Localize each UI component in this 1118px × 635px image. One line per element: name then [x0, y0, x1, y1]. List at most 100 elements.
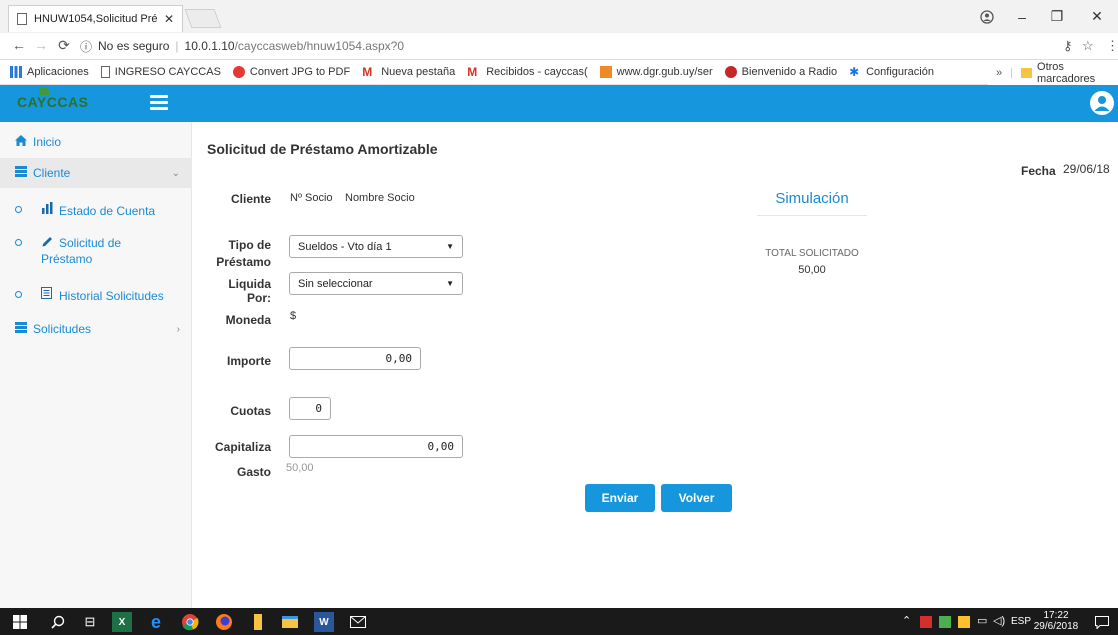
sidebar-item-cliente[interactable]: Cliente ⌄ [0, 158, 192, 188]
cuotas-input[interactable]: 0 [289, 397, 331, 420]
moneda-label: Moneda [225, 313, 271, 327]
tab-title: HNUW1054,Solicitud Pré [34, 13, 158, 25]
bookmark-radio[interactable]: Bienvenido a Radio [724, 66, 838, 78]
server-icon [15, 166, 27, 180]
user-avatar-icon[interactable] [1090, 91, 1114, 115]
clock-date: 29/6/2018 [1033, 621, 1079, 632]
edge-icon[interactable]: e [146, 612, 166, 632]
firefox-icon[interactable] [214, 612, 234, 632]
page-title: Solicitud de Préstamo Amortizable [207, 141, 438, 157]
sidebar-item-solicitud-prestamo[interactable]: Solicitud de Préstamo [0, 234, 192, 270]
clock[interactable]: 17:22 29/6/2018 [1030, 610, 1082, 632]
liquida-por-select[interactable]: Sin seleccionar ▼ [289, 272, 463, 295]
tray-app-icon[interactable] [920, 616, 932, 628]
gasto-value: 50,00 [286, 462, 314, 474]
bookmark-ingreso[interactable]: INGRESO CAYCCAS [100, 66, 221, 78]
language-indicator[interactable]: ESP [1011, 616, 1031, 627]
security-label: No es seguro [98, 39, 170, 53]
url-field[interactable]: ⓘ No es seguro | 10.0.1.10/cayccasweb/hn… [80, 36, 1085, 56]
tipo-prestamo-select[interactable]: Sueldos - Vto día 1 ▼ [289, 235, 463, 258]
nombre-socio: Nombre Socio [345, 192, 415, 204]
mail-icon[interactable] [348, 612, 368, 632]
bookmark-dgr[interactable]: www.dgr.gub.uy/ser [599, 66, 713, 78]
logo-text: CAYCCAS [17, 94, 89, 110]
back-icon[interactable]: ← [10, 37, 28, 53]
tray-app-icon[interactable] [939, 616, 951, 628]
profile-icon[interactable] [970, 0, 1004, 33]
network-icon[interactable]: ▭ [977, 614, 987, 627]
bookmark-label: Configuración [866, 66, 934, 78]
close-tab-icon[interactable]: ✕ [164, 12, 174, 26]
task-view-icon[interactable]: ⊟ [80, 612, 100, 632]
url-path: /cayccasweb/hnuw1054.aspx?0 [234, 39, 405, 53]
key-icon[interactable]: ⚷ [1063, 38, 1073, 54]
apps-grid-icon [10, 66, 22, 78]
app-logo[interactable]: CAYCCAS [17, 87, 89, 110]
menu-icon[interactable]: ⋮ [1106, 38, 1118, 54]
fecha-value: 29/06/18 [1063, 162, 1110, 176]
dropdown-arrow-icon: ▼ [446, 279, 454, 288]
gasto-label: Gasto [236, 465, 271, 479]
sidebar-item-inicio[interactable]: Inicio [0, 132, 192, 152]
dropdown-arrow-icon: ▼ [446, 242, 454, 251]
bookmark-recibidos[interactable]: M Recibidos - cayccas( [467, 66, 587, 78]
bookmark-label: Recibidos - cayccas( [486, 66, 588, 78]
sidebar-item-label: Préstamo [41, 252, 93, 266]
total-solicitado-label: TOTAL SOLICITADO [765, 248, 859, 259]
clock-time: 17:22 [1043, 610, 1069, 621]
bookmark-configuracion[interactable]: ✱ Configuración [849, 66, 934, 78]
bookmark-nueva-pestana[interactable]: M Nueva pestaña [362, 66, 455, 78]
bookmark-label: INGRESO CAYCCAS [114, 66, 221, 78]
sticky-notes-icon[interactable] [248, 612, 268, 632]
tray-app-icon[interactable] [958, 616, 970, 628]
sidebar-item-estado-cuenta[interactable]: Estado de Cuenta [0, 200, 192, 224]
hamburger-menu-icon[interactable] [150, 95, 168, 110]
sidebar-item-solicitudes[interactable]: Solicitudes › [0, 317, 192, 341]
restore-icon[interactable]: ❐ [1040, 0, 1074, 33]
word-icon[interactable]: W [314, 612, 334, 632]
notifications-icon[interactable] [1092, 612, 1112, 632]
sidebar-item-label: Estado de Cuenta [59, 204, 156, 218]
url-host: 10.0.1.10 [184, 39, 235, 53]
importe-input[interactable]: 0,00 [289, 347, 421, 370]
close-window-icon[interactable]: ✕ [1080, 0, 1114, 33]
new-tab-button[interactable] [184, 9, 222, 28]
bookmark-label: Convert JPG to PDF [249, 66, 351, 78]
minimize-icon[interactable]: – [1005, 0, 1039, 33]
volume-icon[interactable]: ◁) [993, 614, 1005, 627]
excel-icon[interactable]: X [112, 612, 132, 632]
star-icon[interactable]: ☆ [1082, 38, 1094, 54]
sidebar-item-historial[interactable]: Historial Solicitudes [0, 285, 192, 309]
chrome-icon[interactable] [180, 612, 200, 632]
bookmark-label: Bienvenido a Radio [741, 66, 838, 78]
cuotas-label: Cuotas [230, 404, 271, 418]
page-icon [100, 66, 110, 78]
bookmark-convert[interactable]: Convert JPG to PDF [232, 66, 351, 78]
enviar-button[interactable]: Enviar [585, 484, 655, 512]
reload-icon[interactable]: ⟳ [55, 37, 73, 54]
file-explorer-icon[interactable] [280, 612, 300, 632]
bookmarks-divider: | [1010, 66, 1013, 79]
total-solicitado-value: 50,00 [798, 264, 826, 276]
tray-chevron-icon[interactable]: ⌃ [902, 614, 911, 627]
bookmarks-overflow-button[interactable]: » [996, 67, 1002, 79]
windows-start-icon[interactable] [10, 612, 30, 632]
nro-socio: Nº Socio [290, 192, 333, 204]
bookmark-apps[interactable]: Aplicaciones [10, 66, 89, 78]
chevron-right-icon: › [176, 323, 180, 335]
info-icon[interactable]: ⓘ [80, 38, 92, 55]
browser-tab[interactable]: HNUW1054,Solicitud Pré ✕ [8, 5, 183, 32]
search-icon[interactable] [48, 612, 68, 632]
address-bar: ← → ⟳ ⓘ No es seguro | 10.0.1.10/cayccas… [0, 33, 1118, 60]
capitaliza-input[interactable]: 0,00 [289, 435, 463, 458]
bookmark-label: www.dgr.gub.uy/ser [616, 66, 713, 78]
bullet-icon [15, 291, 22, 298]
other-bookmarks[interactable]: Otros marcadores [1037, 61, 1118, 85]
simulation-divider [757, 215, 867, 216]
bookmarks-bar: Aplicaciones INGRESO CAYCCAS Convert JPG… [0, 60, 1118, 85]
chevron-down-icon: ⌄ [171, 167, 180, 179]
bullet-icon [15, 206, 22, 213]
forward-icon[interactable]: → [32, 37, 50, 53]
fecha-label: Fecha [1021, 164, 1056, 178]
volver-button[interactable]: Volver [661, 484, 732, 512]
